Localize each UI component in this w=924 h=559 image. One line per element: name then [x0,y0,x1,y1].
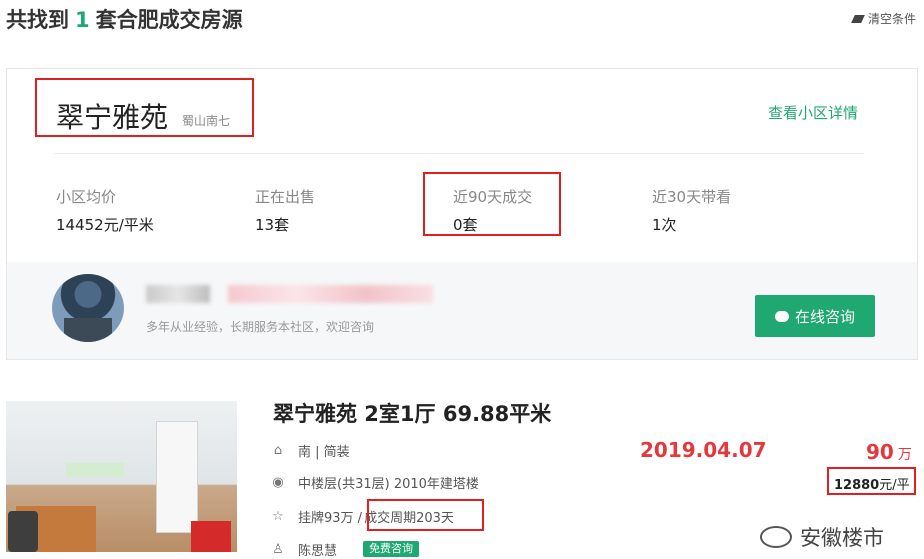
stat-value-on-sale: 13套 [255,216,290,234]
listing-price-text: 挂牌93万 / [298,511,363,526]
stat-label-on-sale: 正在出售 [255,188,316,206]
deal-date: 2019.04.07 [640,438,767,462]
agent-description: 多年从业经验，长期服务本社区，欢迎咨询 [146,320,375,334]
highlight-box-deal-cycle [367,499,484,531]
star-icon: ☆ [272,508,284,524]
floor-row: ◉ 中楼层(共31层) 2010年建塔楼 [272,473,479,493]
clear-filters-link[interactable]: 清空条件 [851,10,916,27]
floor-text: 中楼层(共31层) 2010年建塔楼 [298,477,479,492]
clear-filters-label: 清空条件 [867,12,916,26]
listing-title[interactable]: 翠宁雅苑 2室1厅 69.88平米 [273,398,551,428]
orientation-row: ⌂ 南 | 简装 [272,441,350,461]
wechat-logo-icon [760,526,792,548]
orientation-text: 南 | 简装 [298,445,350,460]
divider [54,153,864,154]
listing-photo[interactable] [6,401,237,552]
agent-name-blurred [146,285,210,303]
stat-value-avg-price: 14452元/平米 [56,216,154,234]
house-icon: ⌂ [273,442,283,458]
agent-avatar[interactable] [52,274,124,342]
result-title: 共找到 1 套合肥成交房源 [6,4,243,34]
deal-price-value: 90 [866,440,894,464]
free-consult-button[interactable]: 免费咨询 [363,541,419,557]
stat-value-30day-views: 1次 [652,216,677,234]
online-consult-button[interactable]: 在线咨询 [755,295,875,337]
deal-price: 90 万 [866,440,912,464]
listing-agent-name: 陈思慧 [298,544,338,559]
result-count: 1 [75,8,90,32]
stat-label-avg-price: 小区均价 [56,188,117,206]
person-icon: ♙ [272,541,284,557]
chat-bubble-icon [774,310,789,322]
watermark-text: 安徽楼市 [800,526,884,550]
highlight-box-unit-price [827,467,916,495]
agent-phone-blurred [228,285,433,303]
result-title-suffix: 套合肥成交房源 [95,8,243,32]
agent-row: ♙ 陈思慧 [272,540,337,559]
online-consult-label: 在线咨询 [794,307,855,326]
highlight-box-community [35,78,254,137]
location-pin-icon: ◉ [272,474,284,490]
highlight-box-90day [423,172,561,236]
eraser-icon [851,15,865,23]
deal-price-unit: 万 [897,447,912,463]
watermark: 安徽楼市 [760,522,884,552]
community-detail-link[interactable]: 查看小区详情 [768,102,858,123]
result-title-prefix: 共找到 [6,8,69,32]
stat-label-30day-views: 近30天带看 [652,188,732,206]
